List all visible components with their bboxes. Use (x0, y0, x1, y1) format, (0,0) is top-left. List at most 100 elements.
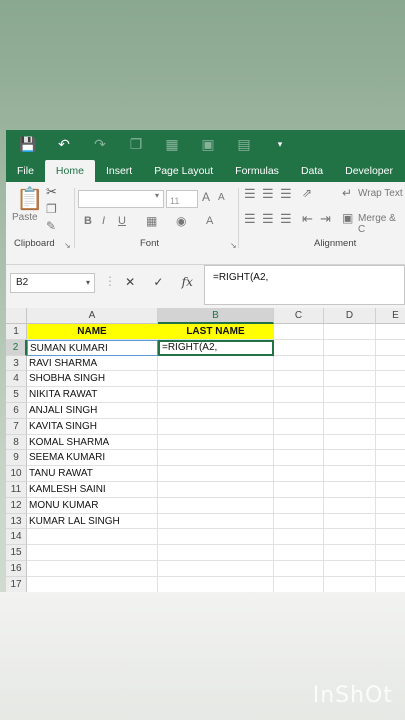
align-right-icon[interactable]: ☰ (280, 211, 292, 227)
undo-icon[interactable]: ↶ (54, 136, 74, 153)
name-cell[interactable]: KAMLESH SAINI (27, 482, 158, 498)
wrap-text-icon[interactable]: ↵ (342, 186, 352, 200)
cell[interactable] (324, 513, 376, 530)
name-cell[interactable]: TANU RAWAT (27, 466, 158, 482)
cell[interactable] (158, 466, 274, 482)
cell[interactable] (274, 497, 324, 514)
borders-icon[interactable]: ▦ (146, 214, 157, 228)
cell[interactable] (158, 355, 274, 372)
align-center-icon[interactable]: ☰ (262, 211, 274, 227)
row-header[interactable]: 17 (6, 576, 27, 592)
wrap-text-button[interactable]: Wrap Text (358, 188, 403, 199)
merge-icon[interactable]: ▣ (342, 211, 353, 225)
name-cell[interactable]: RAVI SHARMA (27, 355, 158, 372)
cell[interactable] (324, 529, 376, 546)
cell[interactable] (376, 435, 405, 451)
name-cell[interactable]: SUMAN KUMARI (27, 339, 158, 356)
cell[interactable] (158, 450, 274, 467)
font-name-box[interactable] (78, 190, 164, 208)
row-header[interactable]: 8 (6, 434, 27, 451)
cell[interactable] (274, 482, 324, 498)
cell[interactable] (376, 387, 405, 403)
cell[interactable] (274, 545, 324, 561)
save-icon[interactable]: 💾 (18, 136, 38, 153)
cell[interactable] (324, 387, 376, 403)
cell[interactable] (376, 577, 405, 592)
tab-insert[interactable]: Insert (95, 160, 143, 182)
row-header[interactable]: 14 (6, 529, 27, 546)
cell[interactable] (274, 339, 324, 356)
tab-home[interactable]: Home (44, 160, 95, 182)
shrink-font-icon[interactable]: A (218, 192, 225, 203)
cell[interactable] (376, 340, 405, 356)
cell[interactable] (376, 466, 405, 482)
cut-icon[interactable]: ✂ (46, 184, 57, 200)
copy-icon[interactable]: ❐ (126, 136, 146, 153)
row-header[interactable]: 13 (6, 513, 27, 530)
clipboard-launcher-icon[interactable]: ↘ (64, 241, 71, 250)
cell[interactable] (158, 561, 274, 577)
cell[interactable] (376, 403, 405, 419)
cell[interactable] (376, 545, 405, 561)
row-header[interactable]: 5 (6, 387, 27, 403)
cell[interactable] (274, 561, 324, 577)
name-cell[interactable]: KAVITA SINGH (27, 418, 158, 435)
cell[interactable] (274, 466, 324, 482)
customize-toolbar-icon[interactable]: ▾ (270, 139, 290, 150)
bold-button[interactable]: B (84, 215, 92, 227)
row-header[interactable]: 11 (6, 482, 27, 498)
cell[interactable] (158, 434, 274, 451)
cell[interactable] (376, 514, 405, 530)
name-cell[interactable]: SHOBHA SINGH (27, 371, 158, 388)
cell[interactable] (376, 561, 405, 577)
tab-page-layout[interactable]: Page Layout (143, 160, 224, 182)
cell[interactable] (324, 497, 376, 514)
name-cell[interactable]: SEEMA KUMARI (27, 450, 158, 467)
cell[interactable] (324, 371, 376, 388)
row-header[interactable]: 3 (6, 355, 27, 372)
select-all-corner[interactable] (6, 308, 27, 324)
name-cell[interactable]: MONU KUMAR (27, 497, 158, 514)
cell[interactable] (274, 576, 324, 592)
row-header[interactable]: 2 (6, 339, 27, 356)
align-bottom-icon[interactable]: ☰ (280, 186, 292, 202)
cell[interactable] (376, 450, 405, 467)
cell[interactable] (158, 403, 274, 419)
paste-icon[interactable]: 📋 (16, 186, 43, 212)
cell[interactable] (324, 434, 376, 451)
insert-function-icon[interactable]: fx (182, 275, 193, 289)
increase-indent-icon[interactable]: ⇥ (320, 211, 331, 227)
cell[interactable] (376, 482, 405, 498)
name-cell[interactable]: NIKITA RAWAT (27, 387, 158, 403)
header-name-cell[interactable]: NAME (27, 324, 158, 340)
name-box-dropdown-icon[interactable]: ▾ (86, 274, 90, 292)
name-cell[interactable]: KUMAR LAL SINGH (27, 513, 158, 530)
cell[interactable] (27, 529, 158, 546)
sheet-icon[interactable]: ▤ (234, 136, 254, 153)
row-header[interactable]: 4 (6, 371, 27, 388)
font-color-button[interactable]: A (206, 215, 213, 227)
row-header[interactable]: 9 (6, 450, 27, 467)
cell[interactable] (324, 418, 376, 435)
italic-button[interactable]: I (102, 215, 105, 227)
row-header[interactable]: 1 (6, 324, 27, 340)
decrease-indent-icon[interactable]: ⇤ (302, 211, 313, 227)
cell[interactable] (274, 418, 324, 435)
column-header-a[interactable]: A (27, 308, 158, 324)
cell[interactable] (158, 418, 274, 435)
row-header[interactable]: 7 (6, 418, 27, 435)
name-cell[interactable]: KOMAL SHARMA (27, 434, 158, 451)
column-header-c[interactable]: C (274, 308, 324, 324)
cell[interactable] (324, 545, 376, 561)
name-box[interactable]: B2 ▾ (10, 273, 95, 293)
row-header[interactable]: 10 (6, 466, 27, 482)
cell[interactable] (158, 576, 274, 592)
cell[interactable] (27, 561, 158, 577)
cell[interactable] (274, 434, 324, 451)
row-header[interactable]: 15 (6, 545, 27, 561)
tab-file[interactable]: File (6, 160, 45, 182)
cell[interactable] (376, 498, 405, 514)
tab-data[interactable]: Data (290, 160, 334, 182)
grid-icon[interactable]: ▣ (198, 136, 218, 153)
cell[interactable] (27, 576, 158, 592)
